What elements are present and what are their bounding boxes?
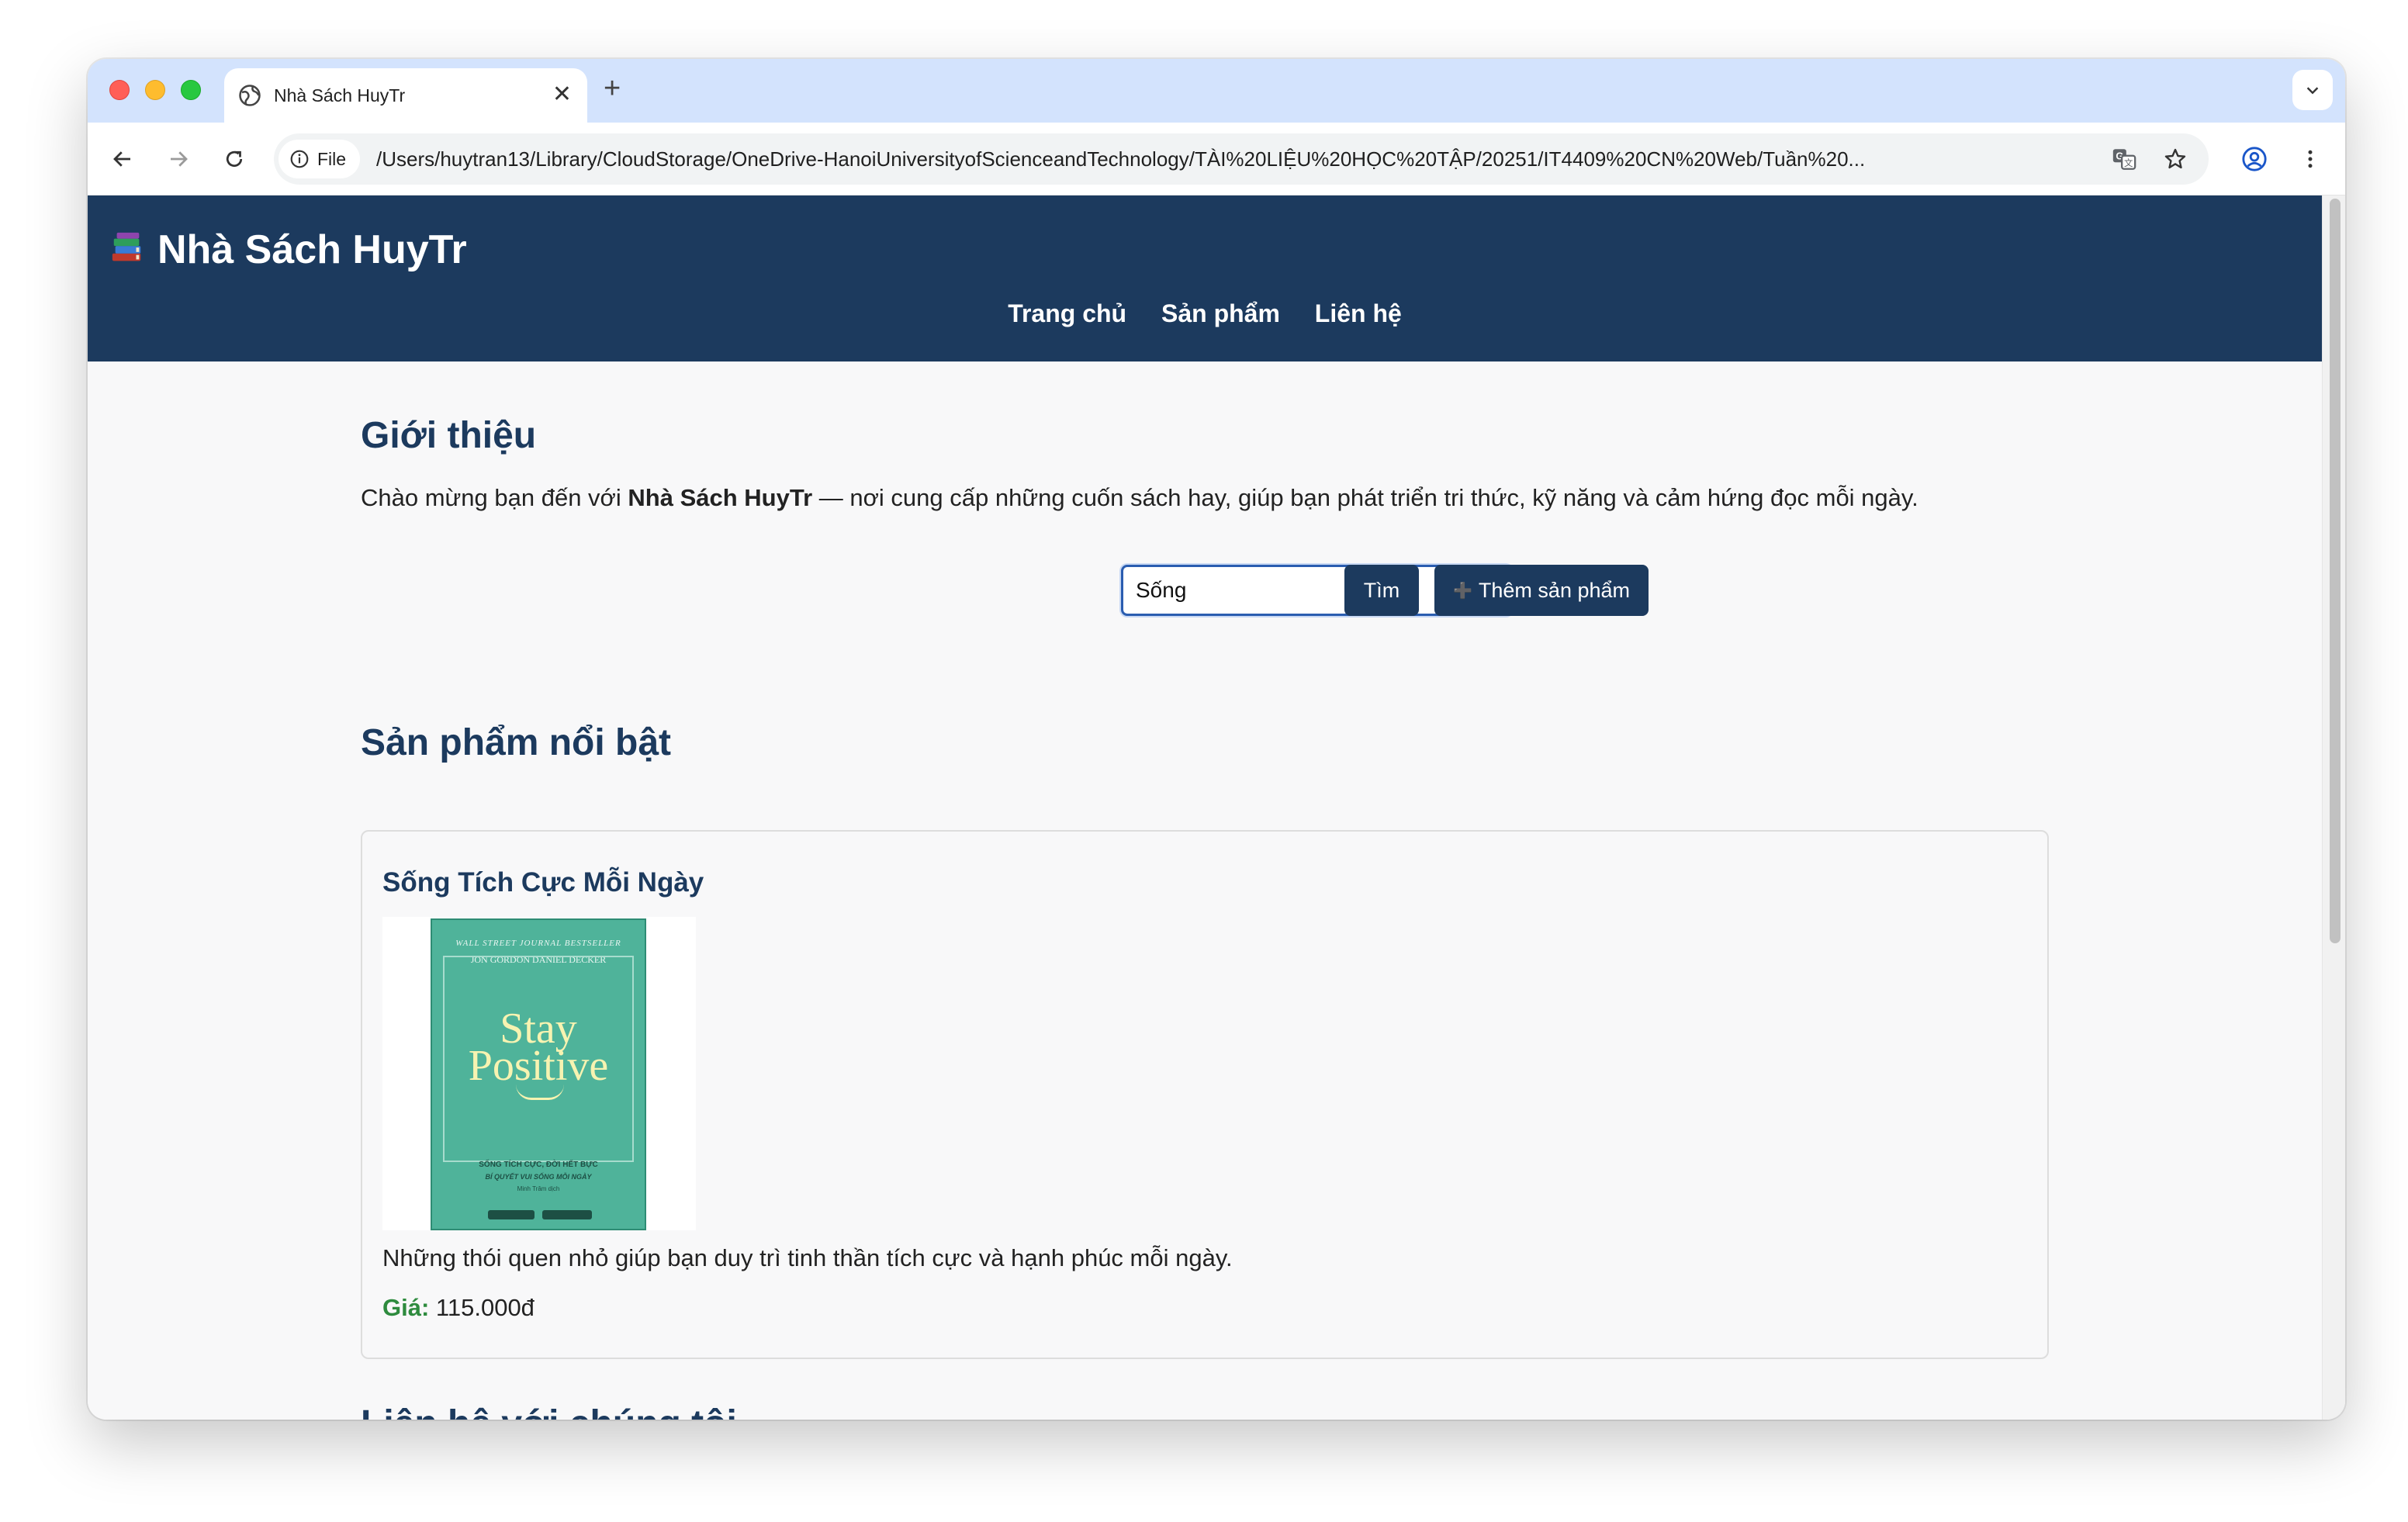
plus-icon: ➕ <box>1453 582 1472 600</box>
product-title: Sống Tích Cực Mỗi Ngày <box>382 867 704 898</box>
publisher-logo <box>542 1210 592 1219</box>
reload-icon <box>226 150 243 168</box>
book-cover-subtitle-2: BÍ QUYẾT VUI SỐNG MỖI NGÀY <box>485 1173 592 1181</box>
product-description: Những thói quen nhỏ giúp bạn duy trì tin… <box>382 1244 1233 1271</box>
price-label: Giá: <box>382 1294 430 1321</box>
bookmark-button[interactable] <box>2157 141 2193 177</box>
nav-link-home[interactable]: Trang chủ <box>1008 299 1126 327</box>
site-info-chip[interactable]: File <box>279 140 361 178</box>
address-bar[interactable]: File /Users/huytran13/Library/CloudStora… <box>274 133 2209 185</box>
contact-heading: Liên hệ với chúng tôi <box>361 1403 737 1420</box>
translate-button[interactable]: G 文 <box>2106 141 2142 177</box>
product-card: Sống Tích Cực Mỗi Ngày WALL STREET JOURN… <box>361 830 2049 1359</box>
site-logo-text[interactable]: Nhà Sách HuyTr <box>157 227 467 273</box>
profile-button[interactable] <box>2237 141 2272 177</box>
url-text[interactable]: /Users/huytran13/Library/CloudStorage/On… <box>376 147 2083 171</box>
book-cover: WALL STREET JOURNAL BESTSELLER JON GORDO… <box>431 918 646 1230</box>
book-cover-tagline: WALL STREET JOURNAL BESTSELLER <box>455 939 621 948</box>
publisher-logo <box>488 1210 535 1219</box>
arrow-right-icon <box>171 151 188 167</box>
new-tab-button[interactable]: + <box>604 73 621 104</box>
chip-label: File <box>317 148 347 169</box>
nav-link-contact[interactable]: Liên hệ <box>1315 299 1402 327</box>
product-price: Giá: 115.000đ <box>382 1294 535 1322</box>
browser-tab[interactable]: Nhà Sách HuyTr ✕ <box>224 68 587 123</box>
svg-text:文: 文 <box>2124 157 2133 168</box>
intro-text-end: — nơi cung cấp những cuốn sách hay, giúp… <box>812 484 1918 511</box>
featured-heading: Sản phẩm nổi bật <box>361 722 672 763</box>
tab-title: Nhà Sách HuyTr <box>274 85 406 106</box>
reload-button[interactable] <box>216 141 252 177</box>
scrollbar-thumb[interactable] <box>2330 199 2341 943</box>
info-icon <box>290 150 309 168</box>
star-icon <box>2164 148 2186 169</box>
forward-button[interactable] <box>161 141 196 177</box>
intro-text-start: Chào mừng bạn đến với <box>361 484 628 511</box>
book-cover-title-line2: Positive <box>468 1042 609 1090</box>
arrow-left-icon <box>113 151 130 167</box>
browser-window: Nhà Sách HuyTr ✕ + File /Users/huytran13… <box>88 59 2345 1420</box>
close-window-button[interactable] <box>109 80 130 100</box>
tab-search-button[interactable] <box>2292 70 2333 110</box>
chevron-down-icon <box>2306 87 2319 95</box>
translate-icon: G 文 <box>2112 149 2136 170</box>
menu-button[interactable] <box>2292 141 2328 177</box>
book-cover-subtitle: SỐNG TÍCH CỰC, ĐỜI HẾT BỰC <box>479 1161 598 1169</box>
search-button[interactable]: Tìm <box>1344 565 1419 616</box>
kebab-menu-icon <box>2308 150 2313 168</box>
page-scrollbar[interactable] <box>2322 195 2345 1420</box>
intro-heading: Giới thiệu <box>361 415 537 456</box>
page-viewport: Nhà Sách HuyTr Trang chủ Sản phẩm Liên h… <box>88 195 2345 1420</box>
tab-close-icon[interactable]: ✕ <box>552 79 572 110</box>
publisher-logos <box>488 1210 592 1219</box>
price-value: 115.000đ <box>435 1294 535 1321</box>
product-image: WALL STREET JOURNAL BESTSELLER JON GORDO… <box>382 917 696 1230</box>
browser-toolbar: File /Users/huytran13/Library/CloudStora… <box>88 123 2345 195</box>
back-button[interactable] <box>105 141 140 177</box>
profile-icon <box>2242 147 2267 171</box>
site-header: Nhà Sách HuyTr Trang chủ Sản phẩm Liên h… <box>88 195 2322 361</box>
add-product-label: Thêm sản phẩm <box>1478 578 1630 602</box>
add-product-button[interactable]: ➕ Thêm sản phẩm <box>1434 565 1649 616</box>
intro-text: Chào mừng bạn đến với Nhà Sách HuyTr — n… <box>361 484 1918 512</box>
minimize-window-button[interactable] <box>145 80 165 100</box>
maximize-window-button[interactable] <box>181 80 201 100</box>
books-icon <box>112 232 141 261</box>
site-nav: Trang chủ Sản phẩm Liên hệ <box>88 299 2322 328</box>
intro-store-name: Nhà Sách HuyTr <box>628 484 813 511</box>
globe-icon <box>239 85 261 106</box>
book-cover-translator: Minh Trâm dịch <box>517 1185 560 1192</box>
tab-strip: Nhà Sách HuyTr ✕ + <box>88 59 2345 123</box>
nav-link-products[interactable]: Sản phẩm <box>1161 299 1280 327</box>
